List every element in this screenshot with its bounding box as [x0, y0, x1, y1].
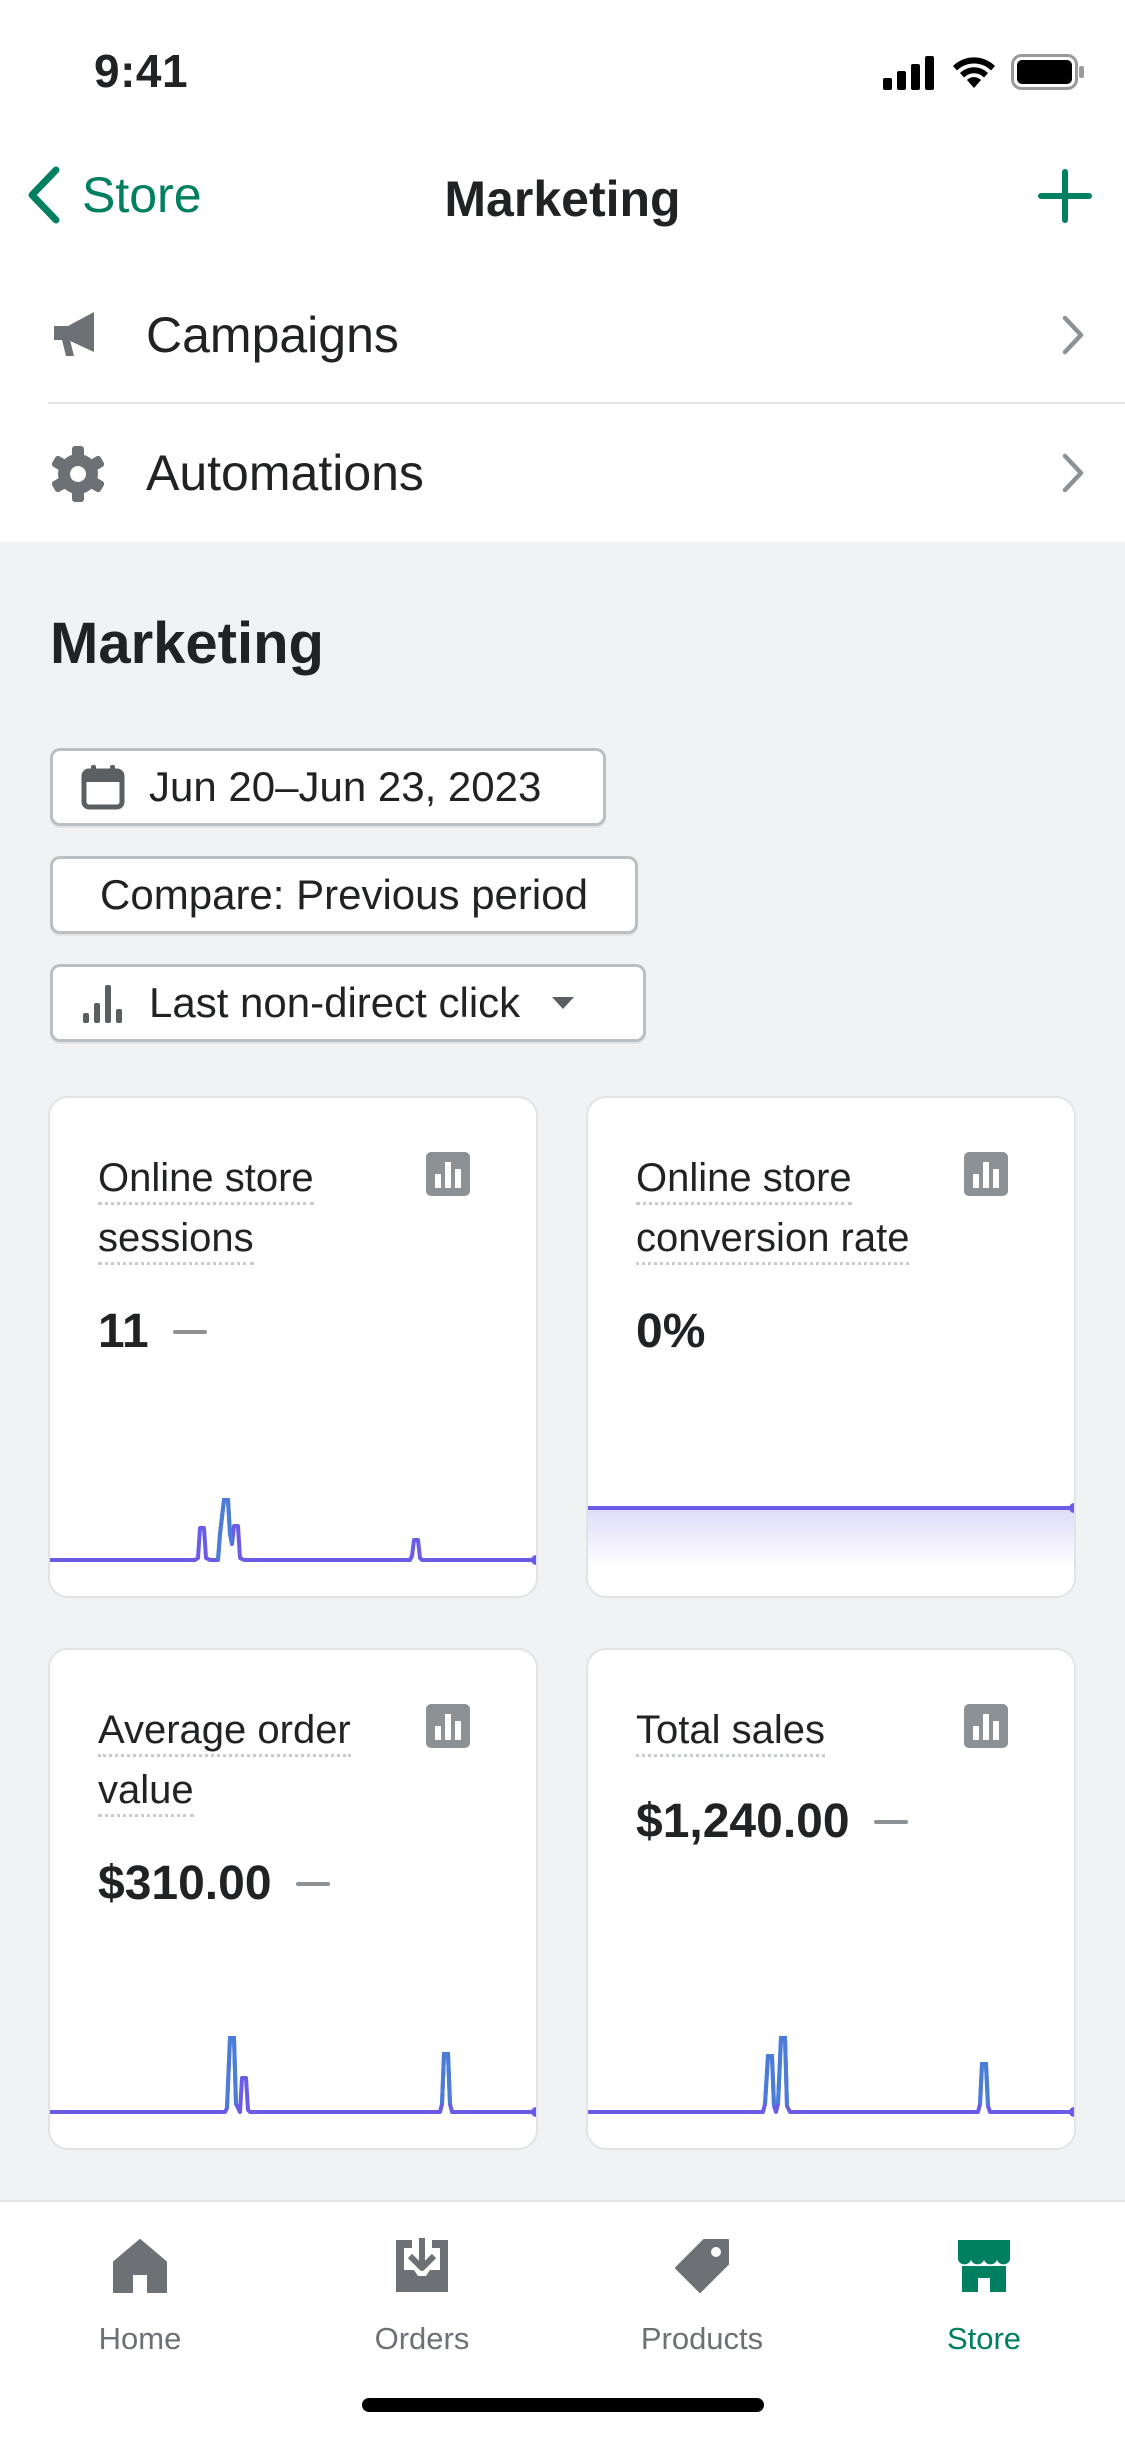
add-button[interactable]: [1037, 168, 1093, 229]
card-value-text: $310.00: [98, 1857, 272, 1910]
menu-item-automations[interactable]: Automations: [0, 404, 1125, 542]
chevron-right-icon: [1062, 315, 1084, 355]
report-chart-icon[interactable]: [964, 1152, 1008, 1196]
card-title-line: Total sales: [636, 1708, 825, 1757]
card-title-line: Average order: [98, 1708, 351, 1757]
back-label: Store: [82, 167, 202, 223]
card-value: $1,240.00: [636, 1794, 908, 1849]
card-title: Average order value: [98, 1700, 428, 1820]
conversion-sparkline: [588, 1503, 1074, 1568]
menu-item-campaigns[interactable]: Campaigns: [0, 266, 1125, 404]
attribution-model-select[interactable]: Last non-direct click: [50, 964, 646, 1042]
section-title: Marketing: [50, 611, 324, 676]
report-chart-icon[interactable]: [964, 1704, 1008, 1748]
megaphone-icon: [54, 312, 94, 356]
orders-inbox-icon: [396, 2238, 448, 2292]
tab-label: Products: [640, 2321, 764, 2356]
tab-label: Home: [98, 2321, 182, 2356]
home-icon: [113, 2239, 167, 2293]
card-value: 11: [98, 1304, 207, 1359]
plus-icon: [1038, 169, 1092, 223]
card-title-line: Online store: [98, 1156, 314, 1205]
calendar-icon: [81, 764, 127, 810]
card-title-line: sessions: [98, 1216, 254, 1265]
card-title-line: value: [98, 1768, 194, 1817]
status-icons: [883, 50, 1085, 90]
change-dash: [873, 1819, 908, 1824]
metric-card-conversion[interactable]: Online store conversion rate 0%: [586, 1096, 1076, 1598]
card-value-text: 11: [98, 1305, 149, 1358]
battery-icon: [1011, 54, 1084, 90]
chevron-left-icon: [28, 166, 60, 224]
tab-orders[interactable]: Orders: [322, 2236, 522, 2357]
tab-home[interactable]: Home: [40, 2236, 240, 2357]
card-title: Online store sessions: [98, 1148, 428, 1268]
tab-store[interactable]: Store: [884, 2236, 1084, 2357]
metric-card-aov[interactable]: Average order value $310.00: [48, 1648, 538, 2150]
cellular-signal-icon: [883, 56, 934, 90]
sessions-sparkline: [50, 1498, 536, 1565]
menu-item-label: Automations: [146, 445, 424, 501]
tab-products[interactable]: Products: [602, 2236, 802, 2357]
card-title: Total sales: [636, 1700, 966, 1760]
card-value-text: 0%: [636, 1305, 706, 1358]
date-range-picker[interactable]: Jun 20–Jun 23, 2023: [50, 748, 606, 826]
card-title-line: Online store: [636, 1156, 852, 1205]
metric-card-sessions[interactable]: Online store sessions 11: [48, 1096, 538, 1598]
attribution-label: Last non-direct click: [149, 979, 521, 1026]
caret-down-icon: [552, 997, 575, 1009]
bar-chart-icon: [81, 980, 127, 1026]
metric-card-total-sales[interactable]: Total sales $1,240.00: [586, 1648, 1076, 2150]
tag-icon: [675, 2239, 729, 2293]
card-value: $310.00: [98, 1856, 330, 1911]
gear-icon: [51, 446, 105, 502]
card-title: Online store conversion rate: [636, 1148, 966, 1268]
card-title-line: conversion rate: [636, 1216, 910, 1265]
compare-label: Compare: Previous period: [100, 871, 588, 918]
menu-item-label: Campaigns: [146, 307, 399, 363]
compare-period-button[interactable]: Compare: Previous period: [50, 856, 638, 934]
back-button[interactable]: Store: [24, 164, 202, 226]
tab-label: Orders: [374, 2321, 470, 2356]
chevron-right-icon: [1062, 453, 1084, 493]
total-sales-sparkline: [588, 2036, 1074, 2117]
store-icon: [958, 2240, 1010, 2292]
report-chart-icon[interactable]: [426, 1152, 470, 1196]
date-range-label: Jun 20–Jun 23, 2023: [149, 763, 542, 810]
wifi-icon: [953, 57, 995, 88]
change-dash: [295, 1881, 330, 1886]
report-chart-icon[interactable]: [426, 1704, 470, 1748]
change-dash: [172, 1329, 207, 1334]
status-time: 9:41: [94, 45, 189, 97]
card-value-text: $1,240.00: [636, 1795, 850, 1848]
tab-label: Store: [946, 2321, 1022, 2356]
home-indicator: [362, 2398, 764, 2412]
aov-sparkline: [50, 2036, 536, 2117]
card-value: 0%: [636, 1304, 705, 1359]
